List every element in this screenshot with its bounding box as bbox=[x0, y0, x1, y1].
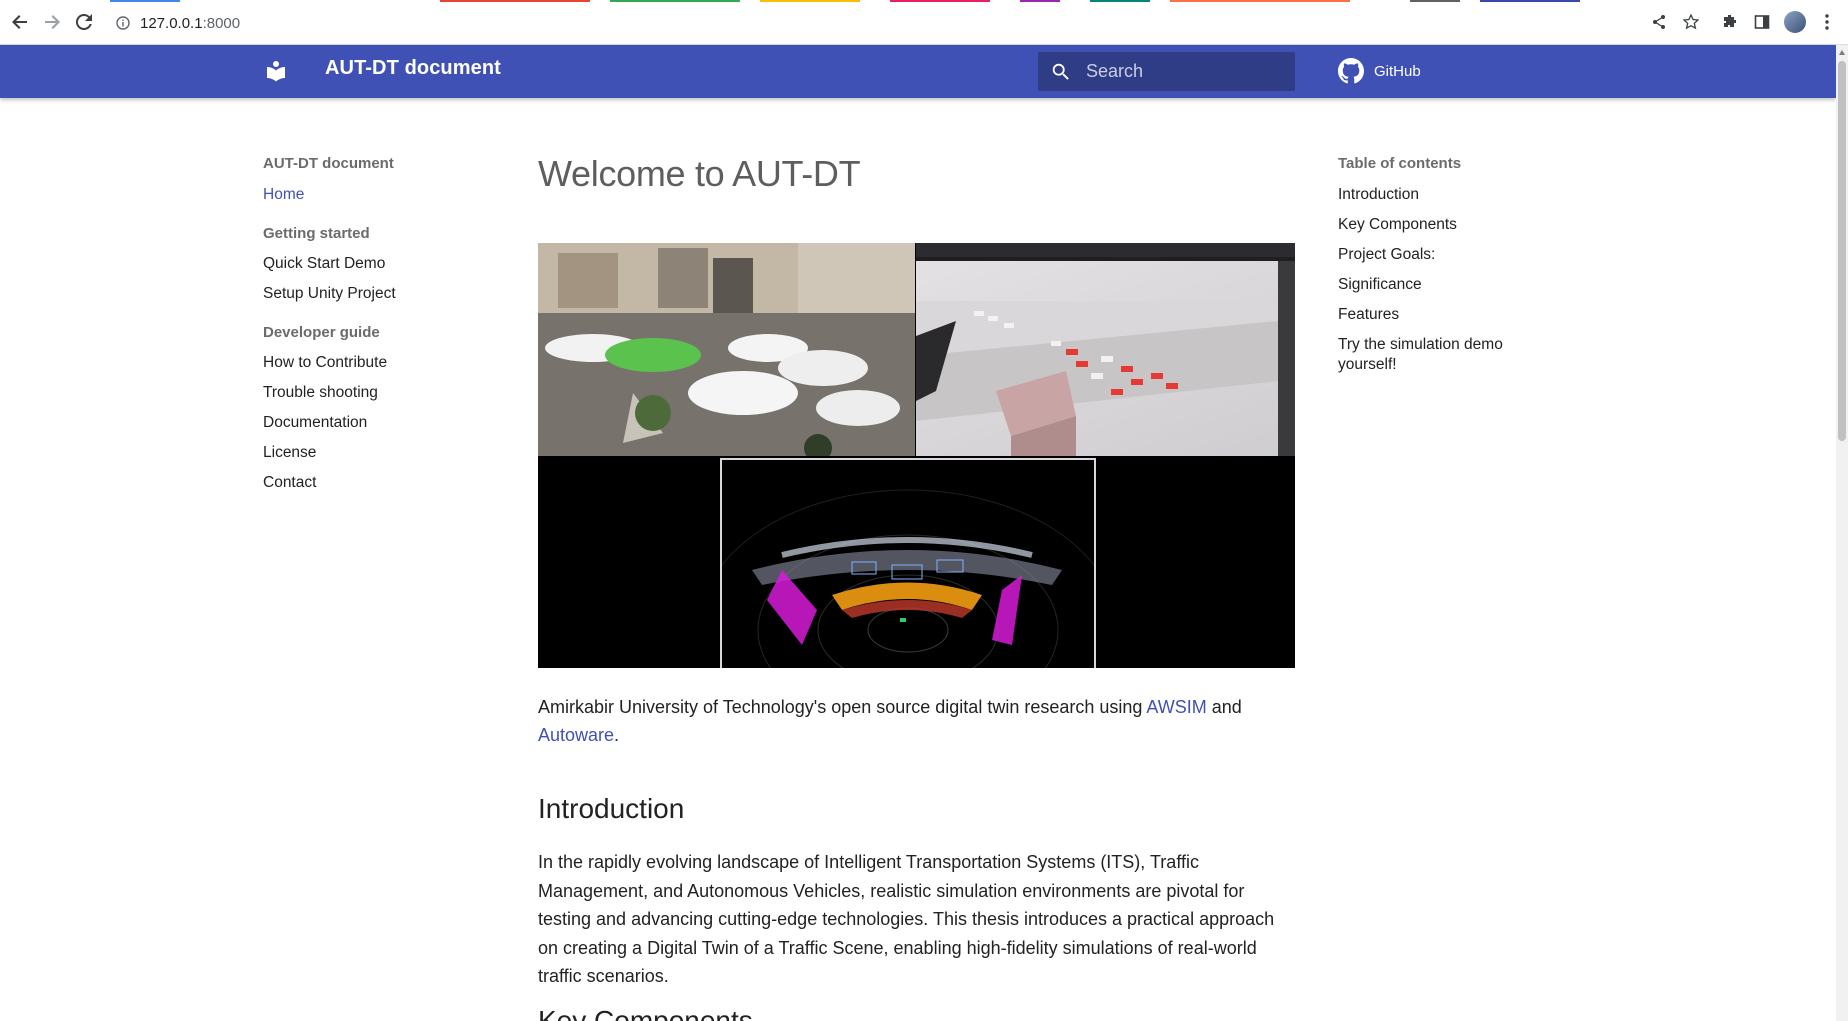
main-content: Welcome to AUT-DT Amirkabir University o… bbox=[538, 148, 1295, 1021]
nav-section-getting-started: Getting started bbox=[263, 225, 370, 242]
lead-text-mid: and bbox=[1206, 697, 1242, 717]
extensions-icon[interactable] bbox=[1719, 11, 1741, 33]
share-icon[interactable] bbox=[1648, 11, 1670, 33]
github-label: GitHub bbox=[1374, 62, 1421, 80]
scrollbar-thumb[interactable] bbox=[1838, 61, 1846, 441]
more-menu-icon[interactable] bbox=[1816, 11, 1838, 33]
bookmark-star-icon[interactable] bbox=[1680, 11, 1702, 33]
reload-icon[interactable] bbox=[74, 12, 94, 32]
github-icon bbox=[1338, 58, 1364, 84]
scroll-up-arrow-icon[interactable] bbox=[1838, 49, 1846, 57]
address-bar[interactable]: 127.0.0.1:8000 bbox=[116, 12, 240, 34]
toc-title: Table of contents bbox=[1338, 155, 1462, 172]
toc-item-features[interactable]: Features bbox=[1338, 305, 1538, 325]
search-input[interactable] bbox=[1086, 61, 1276, 82]
tab-strip bbox=[0, 0, 1848, 2]
browser-toolbar: 127.0.0.1:8000 bbox=[0, 0, 1848, 45]
table-of-contents: Table of contents Introduction Key Compo… bbox=[1338, 155, 1538, 385]
awsim-link[interactable]: AWSIM bbox=[1146, 697, 1206, 717]
github-repo-link[interactable]: GitHub bbox=[1338, 58, 1421, 84]
primary-navigation: AUT-DT document Home Getting started Qui… bbox=[263, 155, 493, 503]
page-title: Welcome to AUT-DT bbox=[538, 153, 861, 194]
search-box[interactable] bbox=[1038, 52, 1295, 91]
nav-section-developer-guide: Developer guide bbox=[263, 324, 380, 341]
toc-item-key-components[interactable]: Key Components bbox=[1338, 215, 1538, 235]
back-icon[interactable] bbox=[10, 12, 30, 32]
toc-item-project-goals[interactable]: Project Goals: bbox=[1338, 245, 1538, 265]
nav-item-setup-unity-project[interactable]: Setup Unity Project bbox=[263, 284, 493, 314]
nav-item-home[interactable]: Home bbox=[263, 185, 493, 215]
toc-item-introduction[interactable]: Introduction bbox=[1338, 185, 1538, 205]
page-scrollbar[interactable] bbox=[1836, 45, 1848, 1021]
hero-image-collage bbox=[538, 243, 1295, 668]
introduction-heading: Introduction bbox=[538, 793, 685, 824]
info-icon bbox=[116, 16, 130, 30]
key-components-heading: Key Components bbox=[538, 1005, 753, 1021]
autoware-link[interactable]: Autoware bbox=[538, 725, 614, 745]
nav-item-quick-start-demo[interactable]: Quick Start Demo bbox=[263, 254, 493, 284]
nav-site-title: AUT-DT document bbox=[263, 155, 394, 172]
book-logo-icon[interactable] bbox=[264, 59, 288, 83]
toc-item-try-demo[interactable]: Try the simulation demo yourself! bbox=[1338, 335, 1538, 375]
profile-avatar[interactable] bbox=[1784, 11, 1806, 33]
toc-item-significance[interactable]: Significance bbox=[1338, 275, 1538, 295]
site-header: AUT-DT document GitHub bbox=[0, 45, 1836, 98]
nav-item-license[interactable]: License bbox=[263, 443, 493, 473]
introduction-paragraph: In the rapidly evolving landscape of Int… bbox=[538, 852, 1275, 986]
lead-text-end: . bbox=[614, 725, 620, 745]
lidar-point-cloud bbox=[720, 458, 1096, 668]
nav-item-trouble-shooting[interactable]: Trouble shooting bbox=[263, 383, 493, 413]
nav-item-contact[interactable]: Contact bbox=[263, 473, 493, 503]
intro-lead-paragraph: Amirkabir University of Technology's ope… bbox=[538, 693, 1295, 749]
nav-item-how-to-contribute[interactable]: How to Contribute bbox=[263, 353, 493, 383]
site-title[interactable]: AUT-DT document bbox=[325, 57, 501, 80]
street-photo bbox=[538, 243, 915, 462]
url-port: :8000 bbox=[202, 14, 241, 32]
simulator-screenshot bbox=[916, 243, 1295, 456]
search-icon bbox=[1052, 63, 1069, 80]
nav-item-documentation[interactable]: Documentation bbox=[263, 413, 493, 443]
forward-icon[interactable] bbox=[42, 12, 62, 32]
lead-text: Amirkabir University of Technology's ope… bbox=[538, 697, 1147, 717]
side-panel-icon[interactable] bbox=[1751, 11, 1773, 33]
url-host: 127.0.0.1 bbox=[140, 14, 203, 32]
